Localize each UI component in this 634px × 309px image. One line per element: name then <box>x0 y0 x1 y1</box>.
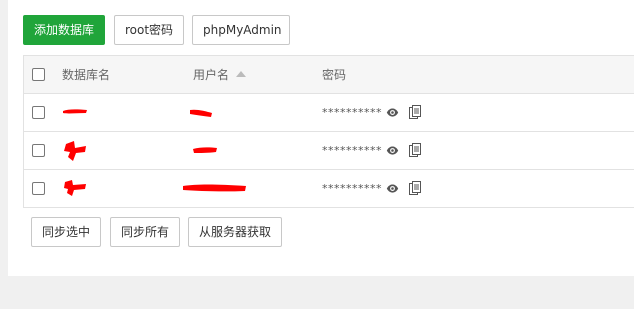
redacted-db-name <box>63 109 87 114</box>
fetch-from-server-button[interactable]: 从服务器获取 <box>188 217 282 247</box>
column-header-password: 密码 <box>322 68 347 82</box>
column-header-username-label: 用户名 <box>193 68 230 82</box>
redacted-username <box>190 109 212 117</box>
row-checkbox[interactable] <box>32 144 45 157</box>
eye-icon[interactable] <box>386 144 399 157</box>
add-database-button[interactable]: 添加数据库 <box>23 15 105 45</box>
redacted-username <box>193 147 217 153</box>
sort-up-icon[interactable] <box>236 70 247 77</box>
redacted-db-name <box>64 180 86 196</box>
copy-icon[interactable] <box>409 143 421 157</box>
sync-all-button[interactable]: 同步所有 <box>110 217 180 247</box>
password-value: ********** <box>322 182 382 195</box>
password-value: ********** <box>322 106 382 119</box>
table-row: ********** <box>24 170 634 208</box>
table-row: ********** <box>24 132 634 170</box>
eye-icon[interactable] <box>386 106 399 119</box>
database-panel: 添加数据库 root密码 phpMyAdmin 数据库名 用户名 密码 ****… <box>8 0 634 276</box>
column-header-username[interactable]: 用户名 <box>193 67 247 83</box>
copy-icon[interactable] <box>409 105 421 119</box>
database-table: 数据库名 用户名 密码 ********** ********** ******… <box>23 55 634 208</box>
eye-icon[interactable] <box>386 182 399 195</box>
copy-icon[interactable] <box>409 181 421 195</box>
sync-selected-button[interactable]: 同步选中 <box>31 217 101 247</box>
row-checkbox[interactable] <box>32 182 45 195</box>
redacted-db-name <box>64 141 86 161</box>
table-row: ********** <box>24 94 634 132</box>
phpmyadmin-button[interactable]: phpMyAdmin <box>192 15 290 45</box>
row-checkbox[interactable] <box>32 106 45 119</box>
table-header: 数据库名 用户名 密码 <box>24 56 634 94</box>
select-all-checkbox[interactable] <box>32 68 45 81</box>
column-header-db-name: 数据库名 <box>62 68 111 82</box>
redacted-username <box>183 184 246 192</box>
password-value: ********** <box>322 144 382 157</box>
root-password-button[interactable]: root密码 <box>114 15 184 45</box>
